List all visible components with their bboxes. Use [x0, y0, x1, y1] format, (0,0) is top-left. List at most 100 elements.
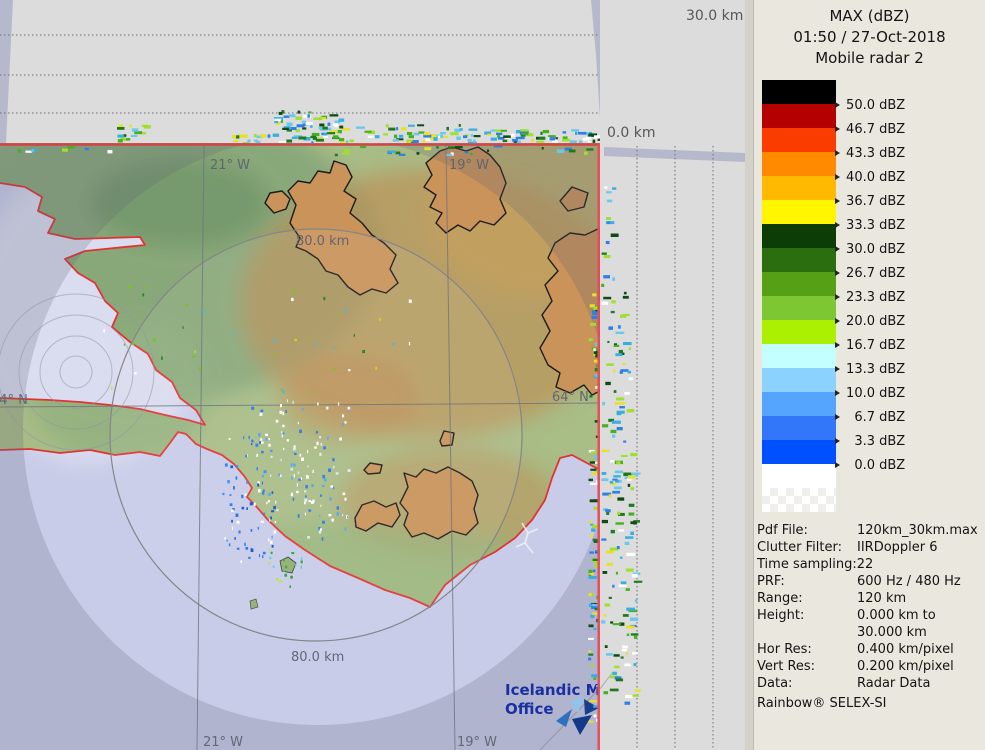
product-title: MAX (dBZ) [754, 6, 985, 27]
scale-tick-arrow-icon [835, 414, 840, 420]
scale-swatch-36.7 [762, 176, 836, 200]
meta-value: 22 [857, 557, 874, 572]
meta-label: Data: [757, 675, 857, 692]
scale-swatch-20.0 [762, 296, 836, 320]
scale-swatch-40.0 [762, 152, 836, 176]
scale-swatch-26.7 [762, 248, 836, 272]
inner-range-brightening [110, 229, 522, 641]
met-office-logo-line2: Office [505, 700, 554, 718]
scan-metadata: Pdf File:120km_30km.maxClutter Filter:II… [757, 522, 983, 712]
label-80km-bottom: 80.0 km [291, 650, 344, 665]
scale-swatch-0.0 [762, 440, 836, 464]
meta-value: 30.000 km [857, 625, 927, 640]
meta-value: IIRDoppler 6 [857, 540, 938, 555]
scale-swatch-transparent [762, 488, 836, 512]
map-canvas: 21° W 19° W 80.0 km 64° N 64° N 80.0 km … [0, 143, 600, 750]
scale-label-3.3: 3.3 dBZ [835, 433, 905, 449]
scale-swatch-30.0 [762, 224, 836, 248]
meta-value: 0.000 km to [857, 608, 936, 623]
meta-label: Clutter Filter: [757, 539, 857, 556]
meta-value: 120 km [857, 591, 906, 606]
top-profile-echoes [117, 110, 600, 143]
meta-label: PRF: [757, 573, 857, 590]
meta-row: Time sampling:22 [757, 556, 983, 573]
scale-label-13.3: 13.3 dBZ [835, 361, 905, 377]
scale-tick-arrow-icon [835, 198, 840, 204]
meta-label: Hor Res: [757, 641, 857, 658]
meta-row: Hor Res:0.400 km/pixel [757, 641, 983, 658]
scale-label-20.0: 20.0 dBZ [835, 313, 905, 329]
meta-row: Clutter Filter:IIRDoppler 6 [757, 539, 983, 556]
scale-tick-arrow-icon [835, 270, 840, 276]
meta-label: Range: [757, 590, 857, 607]
radar-map-view[interactable]: 21° W 19° W 80.0 km 64° N 64° N 80.0 km … [0, 143, 600, 750]
radar-name: Mobile radar 2 [754, 48, 985, 69]
label-64n-left: 64° N [0, 393, 28, 408]
scale-swatch-13.3 [762, 344, 836, 368]
scale-swatch-below-zero [762, 464, 836, 488]
scale-label-50.0: 50.0 dBZ [835, 97, 905, 113]
scale-tick-arrow-icon [835, 150, 840, 156]
scale-label-23.3: 23.3 dBZ [835, 289, 905, 305]
scale-label-16.7: 16.7 dBZ [835, 337, 905, 353]
scale-label-26.7: 26.7 dBZ [835, 265, 905, 281]
scale-label-10.0: 10.0 dBZ [835, 385, 905, 401]
meta-row: Vert Res:0.200 km/pixel [757, 658, 983, 675]
scale-label-36.7: 36.7 dBZ [835, 193, 905, 209]
radar-application-window: 30.0 km 0.0 km [0, 0, 985, 750]
label-19w-bottom: 19° W [457, 735, 497, 750]
sidebar-divider-strip [745, 0, 754, 750]
meta-label: Time sampling: [757, 556, 857, 573]
label-64n-right: 64° N [552, 390, 589, 405]
scale-label-0.0: 0.0 dBZ [835, 457, 905, 473]
scale-tick-arrow-icon [835, 102, 840, 108]
meta-label: Height: [757, 607, 857, 624]
software-brand: Rainbow® SELEX-SI [757, 695, 983, 712]
top-profile-canvas [0, 0, 600, 143]
meta-label: Pdf File: [757, 522, 857, 539]
right-profile-canvas [600, 0, 745, 750]
scale-swatch-6.7 [762, 392, 836, 416]
coverage-wedge-left [0, 0, 13, 143]
range-gridlines [637, 146, 713, 750]
scale-label-33.3: 33.3 dBZ [835, 217, 905, 233]
height-gridlines [0, 35, 598, 113]
scale-tick-arrow-icon [835, 222, 840, 228]
legend-sidebar: MAX (dBZ) 01:50 / 27-Oct-2018 Mobile rad… [745, 0, 985, 750]
scan-datetime: 01:50 / 27-Oct-2018 [754, 27, 985, 48]
right-profile-echoes [601, 186, 642, 705]
scale-tick-arrow-icon [835, 438, 840, 444]
meta-row: Height:0.000 km to [757, 607, 983, 624]
coverage-wedge-right [591, 0, 600, 118]
scale-tick-arrow-icon [835, 390, 840, 396]
scale-tick-arrow-icon [835, 342, 840, 348]
scale-swatch-16.7 [762, 320, 836, 344]
scale-swatch-43.3 [762, 128, 836, 152]
top-height-profile-panel[interactable] [0, 0, 600, 143]
scale-tick-arrow-icon [835, 246, 840, 252]
met-office-logo-line1: Icelandic Met [505, 681, 600, 699]
scale-tick-arrow-icon [835, 366, 840, 372]
label-21w-top: 21° W [210, 158, 250, 173]
scale-label-46.7: 46.7 dBZ [835, 121, 905, 137]
scale-swatch-33.3 [762, 200, 836, 224]
scale-tick-arrow-icon [835, 174, 840, 180]
scale-tick-arrow-icon [835, 318, 840, 324]
meta-value: 0.400 km/pixel [857, 642, 954, 657]
scale-label-30.0: 30.0 dBZ [835, 241, 905, 257]
right-height-profile-panel[interactable]: 30.0 km 0.0 km [600, 0, 745, 750]
meta-value: 600 Hz / 480 Hz [857, 574, 961, 589]
meta-value: 0.200 km/pixel [857, 659, 954, 674]
color-scale [762, 80, 836, 512]
meta-value: Radar Data [857, 676, 930, 691]
scale-label-43.3: 43.3 dBZ [835, 145, 905, 161]
scale-label-40.0: 40.0 dBZ [835, 169, 905, 185]
meta-row-continued: 30.000 km [757, 624, 983, 641]
scale-tick-arrow-icon [835, 462, 840, 468]
meta-row: Pdf File:120km_30km.max [757, 522, 983, 539]
scale-swatch-3.3 [762, 416, 836, 440]
scale-swatch-46.7 [762, 104, 836, 128]
scale-swatch-23.3 [762, 272, 836, 296]
scale-tick-arrow-icon [835, 294, 840, 300]
legend-header: MAX (dBZ) 01:50 / 27-Oct-2018 Mobile rad… [754, 6, 985, 69]
